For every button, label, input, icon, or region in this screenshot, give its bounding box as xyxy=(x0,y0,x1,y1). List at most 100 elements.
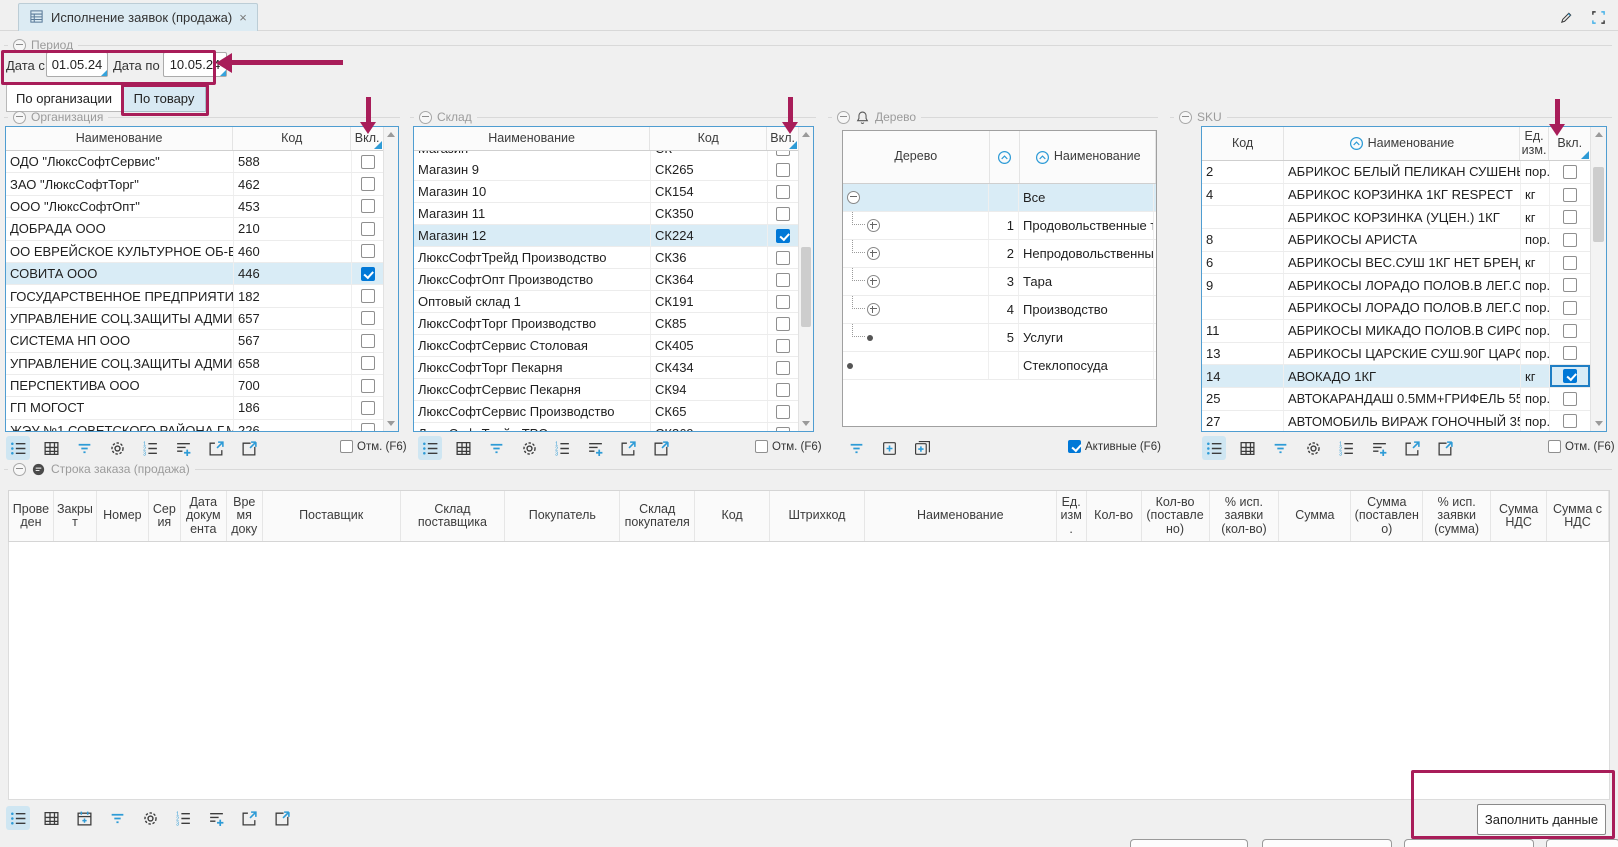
date-to-input[interactable]: 10.05.24 xyxy=(163,52,227,77)
tree-active-checkbox[interactable]: Активные (F6) xyxy=(1068,440,1161,453)
calendar-icon[interactable] xyxy=(72,806,96,830)
checkbox-unchecked[interactable] xyxy=(1563,346,1577,360)
checkbox-unchecked[interactable] xyxy=(1563,392,1577,406)
order-column-header[interactable]: Дата документа xyxy=(181,491,227,541)
checkbox-unchecked[interactable] xyxy=(1563,210,1577,224)
cell-tree-glyph[interactable] xyxy=(843,184,989,211)
refresh-icon[interactable] xyxy=(270,806,294,830)
table-row[interactable]: ЖЭУ №1 СОВЕТСКОГО РАЙОНА Г.МИНС226 xyxy=(6,420,384,432)
table-row[interactable]: ЗАО "ЛюксСофтТорг"462 xyxy=(6,173,384,195)
filter-icon[interactable] xyxy=(1268,436,1292,460)
document-tab[interactable]: Исполнение заявок (продажа) × xyxy=(18,3,258,31)
cell-tree-glyph[interactable] xyxy=(843,324,989,351)
tree-row[interactable]: 4Производство xyxy=(843,296,1156,324)
refresh-icon[interactable] xyxy=(1433,436,1457,460)
checkbox-unchecked[interactable] xyxy=(361,334,375,348)
order-column-header[interactable]: Ед. изм. xyxy=(1057,491,1087,541)
tab-by-organization[interactable]: По организации xyxy=(6,84,122,112)
checkbox-checked[interactable] xyxy=(776,229,790,243)
order-column-header[interactable]: Время доку xyxy=(227,491,263,541)
tree-row[interactable]: Стеклопосуда xyxy=(843,352,1156,380)
numbered-list-icon[interactable]: 123 xyxy=(550,436,574,460)
detail-view-icon[interactable] xyxy=(6,436,30,460)
tree-row[interactable]: 1Продовольственные товары xyxy=(843,212,1156,240)
tree-row[interactable]: Все xyxy=(843,184,1156,212)
table-row[interactable]: АБРИКОСЫ ЛОРАДО ПОЛОВ.В ЛЕГ.СИР. 4пор. xyxy=(1202,297,1591,320)
table-row[interactable]: УПРАВЛЕНИЕ СОЦ.ЗАЩИТЫ АДМИНИСТ657 xyxy=(6,308,384,330)
table-row[interactable]: 4АБРИКОС КОРЗИНКА 1КГ RESPECTкг xyxy=(1202,184,1591,207)
column-header-tree[interactable]: Дерево xyxy=(843,131,990,183)
collapse-icon[interactable] xyxy=(13,39,26,52)
order-column-header[interactable]: Поставщик xyxy=(263,491,401,541)
order-column-header[interactable]: Кол-во (поставлено) xyxy=(1142,491,1210,541)
order-column-header[interactable]: Штрихкод xyxy=(770,491,865,541)
settings-icon[interactable] xyxy=(105,436,129,460)
filter-icon[interactable] xyxy=(72,436,96,460)
table-row[interactable]: ОО ЕВРЕЙСКОЕ КУЛЬТУРНОЕ ОБ-ВО ЭМУ460 xyxy=(6,241,384,263)
add-row-icon[interactable] xyxy=(583,436,607,460)
column-header-name[interactable]: Наименование xyxy=(414,127,650,150)
order-column-header[interactable]: Проведен xyxy=(9,491,54,541)
table-row[interactable]: ОДО "ЛюксСофтСервис"588 xyxy=(6,151,384,173)
table-row[interactable]: ООО "ЛюксСофтОпт"453 xyxy=(6,196,384,218)
vertical-scrollbar[interactable] xyxy=(1590,127,1606,431)
add-row-icon[interactable] xyxy=(204,806,228,830)
settings-icon[interactable] xyxy=(517,436,541,460)
column-header-name[interactable]: Наименование xyxy=(1020,131,1156,183)
cell-tree-glyph[interactable] xyxy=(843,268,989,295)
table-row[interactable]: 6АБРИКОСЫ ВЕС.СУШ 1КГ НЕТ БРЕНДАкг xyxy=(1202,252,1591,275)
order-column-header[interactable]: Сумма xyxy=(1279,491,1351,541)
checkbox-unchecked[interactable] xyxy=(361,356,375,370)
order-column-header[interactable]: Код xyxy=(695,491,770,541)
fullscreen-icon[interactable] xyxy=(1588,7,1608,27)
numbered-list-icon[interactable]: 123 xyxy=(171,806,195,830)
detail-view-icon[interactable] xyxy=(1202,436,1226,460)
checkbox-unchecked[interactable] xyxy=(776,295,790,309)
checkbox-unchecked[interactable] xyxy=(776,185,790,199)
checkbox-unchecked[interactable] xyxy=(776,383,790,397)
open-window-icon[interactable] xyxy=(1400,436,1424,460)
open-window-icon[interactable] xyxy=(204,436,228,460)
vertical-scrollbar[interactable] xyxy=(383,127,398,431)
tree-row[interactable]: 3Тара xyxy=(843,268,1156,296)
checkbox-unchecked[interactable] xyxy=(361,222,375,236)
fill-data-button[interactable]: Заполнить данные xyxy=(1477,804,1606,835)
table-row[interactable]: ПЕРСПЕКТИВА ООО700 xyxy=(6,375,384,397)
checkbox-unchecked[interactable] xyxy=(1563,414,1577,428)
open-window-icon[interactable] xyxy=(616,436,640,460)
table-row[interactable]: ГОСУДАРСТВЕННОЕ ПРЕДПРИЯТИЕ СТРО182 xyxy=(6,285,384,307)
cutoff-button[interactable] xyxy=(1404,839,1534,847)
table-row[interactable]: 2АБРИКОС БЕЛЫЙ ПЕЛИКАН СУШЕНЫЙ 20пор. xyxy=(1202,161,1591,184)
collapse-icon[interactable] xyxy=(419,111,432,124)
filter-icon[interactable] xyxy=(484,436,508,460)
order-column-header[interactable]: Номер xyxy=(97,491,149,541)
checkbox-unchecked[interactable] xyxy=(361,423,375,432)
grid-view-icon[interactable] xyxy=(39,436,63,460)
table-row[interactable]: 11АБРИКОСЫ МИКАДО ПОЛОВ.В СИРОПЕ 8пор. xyxy=(1202,320,1591,343)
table-row[interactable]: ЛюксСофтТрейд ТРССК369 xyxy=(414,423,799,432)
table-row[interactable]: СОВИТА ООО446 xyxy=(6,263,384,285)
detail-view-icon[interactable] xyxy=(418,436,442,460)
table-row[interactable]: Оптовый склад 1СК191 xyxy=(414,291,799,313)
order-column-header[interactable]: % исп. заявки (сумма) xyxy=(1423,491,1491,541)
grid-view-icon[interactable] xyxy=(39,806,63,830)
order-column-header[interactable]: Наименование xyxy=(865,491,1057,541)
table-row[interactable]: Магазин 12СК224 xyxy=(414,225,799,247)
checkbox-checked[interactable] xyxy=(361,267,375,281)
table-row[interactable]: АБРИКОС КОРЗИНКА (УЦЕН.) 1КГкг xyxy=(1202,206,1591,229)
checkbox-unchecked[interactable] xyxy=(776,251,790,265)
order-column-header[interactable]: Кол-во xyxy=(1087,491,1142,541)
settings-icon[interactable] xyxy=(138,806,162,830)
grid-view-icon[interactable] xyxy=(1235,436,1259,460)
column-header-incl[interactable]: Вкл. xyxy=(1549,127,1591,160)
collapse-icon[interactable] xyxy=(13,111,26,124)
edit-pencil-icon[interactable] xyxy=(1556,7,1576,27)
sku-mark-checkbox[interactable]: Отм. (F6) xyxy=(1548,440,1615,453)
sort-column-header[interactable] xyxy=(990,131,1021,183)
column-header-incl[interactable]: Вкл. xyxy=(351,127,384,150)
table-row[interactable]: УПРАВЛЕНИЕ СОЦ.ЗАЩИТЫ АДМИНИСТ658 xyxy=(6,353,384,375)
table-row[interactable]: ЛюксСофтСервис ПекарняСК94 xyxy=(414,379,799,401)
table-row[interactable]: МагазинСК xyxy=(414,151,799,159)
checkbox-unchecked[interactable] xyxy=(776,273,790,287)
column-header-incl[interactable]: Вкл. xyxy=(767,127,799,150)
